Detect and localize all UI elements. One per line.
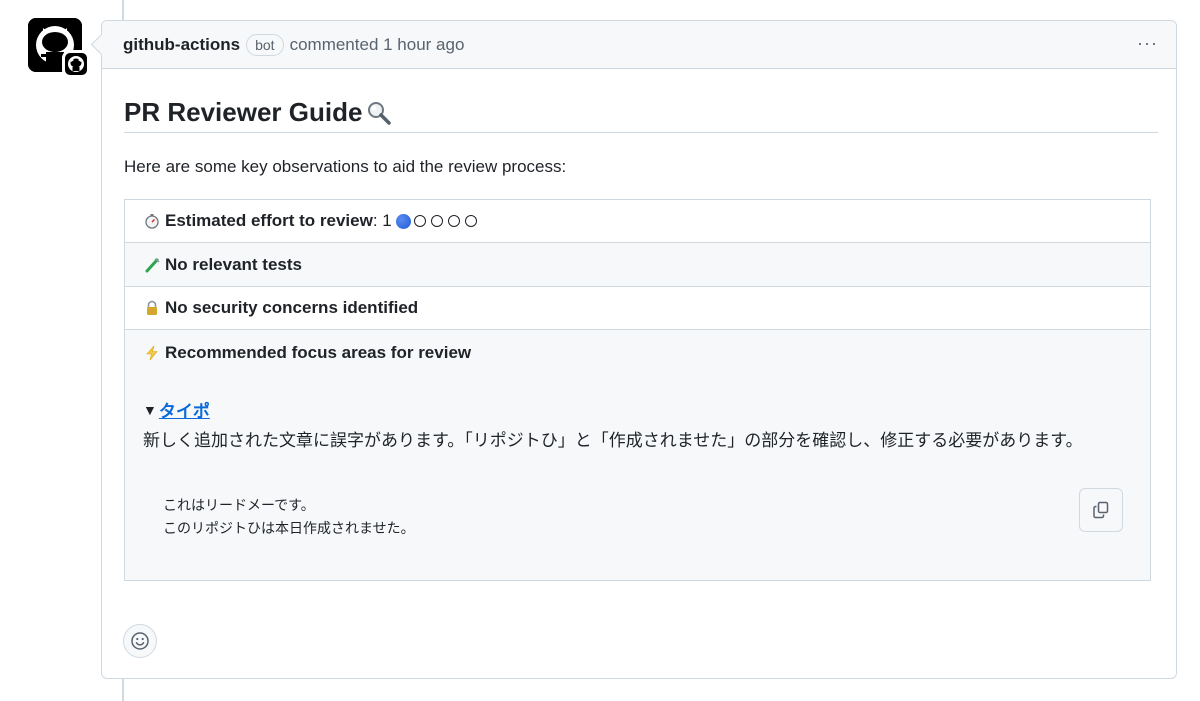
bot-badge: bot [246, 33, 284, 56]
effort-row: Estimated effort to review : 1 [125, 200, 1150, 243]
guide-title: PR Reviewer Guide [124, 89, 1158, 133]
tests-row: No relevant tests [125, 243, 1150, 287]
typo-details-summary[interactable]: ▼ タイポ [143, 397, 1132, 422]
guide-title-text: PR Reviewer Guide [124, 97, 363, 127]
typo-description: 新しく追加された文章に誤字があります。「リポジトひ」と「作成されませた」の部分を… [143, 431, 1083, 450]
focus-label: Recommended focus areas for review [165, 343, 472, 362]
magnifying-glass-icon [366, 100, 392, 126]
code-content: これはリードメーです。 このリポジトひは本日作成されませた。 [163, 495, 415, 541]
copy-button[interactable] [1079, 488, 1123, 532]
intro-text: Here are some key observations to aid th… [124, 157, 567, 176]
smiley-icon [131, 632, 149, 650]
stopwatch-icon [143, 212, 161, 230]
github-badge-icon [62, 50, 90, 78]
comment-body: PR Reviewer Guide Here are some key obse… [124, 89, 1158, 581]
effort-dot-empty [464, 215, 477, 227]
comment-header: github-actions bot commented 1 hour ago … [102, 21, 1176, 69]
code-line: これはリードメーです。 [163, 498, 315, 514]
code-line: このリポジトひは本日作成されませた。 [163, 521, 415, 537]
add-reaction-button[interactable] [123, 624, 157, 658]
effort-dot-empty [447, 215, 460, 227]
effort-value: : 1 [372, 211, 392, 230]
comment-timestamp[interactable]: commented 1 hour ago [290, 35, 465, 55]
security-label: No security concerns identified [165, 298, 419, 317]
focus-header: Recommended focus areas for review [143, 342, 1132, 364]
copy-icon [1093, 501, 1109, 519]
code-block: これはリードメーです。 このリポジトひは本日作成されませた。 [143, 473, 1132, 573]
author-avatar[interactable] [28, 18, 90, 78]
effort-dot-empty [430, 215, 443, 227]
disclosure-triangle-icon[interactable]: ▼ [143, 402, 157, 418]
typo-link[interactable]: タイポ [159, 397, 210, 422]
security-row: No security concerns identified [125, 287, 1150, 330]
lightning-icon [143, 344, 161, 362]
comment-options-button[interactable]: ··· [1137, 33, 1158, 54]
effort-score-dots [395, 213, 482, 229]
effort-dot-filled [395, 213, 411, 229]
lock-icon [143, 299, 161, 317]
comment-box: github-actions bot commented 1 hour ago … [101, 20, 1177, 679]
effort-label: Estimated effort to review [165, 211, 373, 230]
author-link[interactable]: github-actions [123, 35, 240, 55]
effort-dot-empty [413, 215, 426, 227]
focus-row: Recommended focus areas for review ▼ タイポ… [125, 330, 1150, 580]
tests-label: No relevant tests [165, 254, 302, 274]
test-tube-icon [143, 256, 161, 274]
reviewer-guide-table: Estimated effort to review : 1 No releva… [124, 199, 1151, 581]
